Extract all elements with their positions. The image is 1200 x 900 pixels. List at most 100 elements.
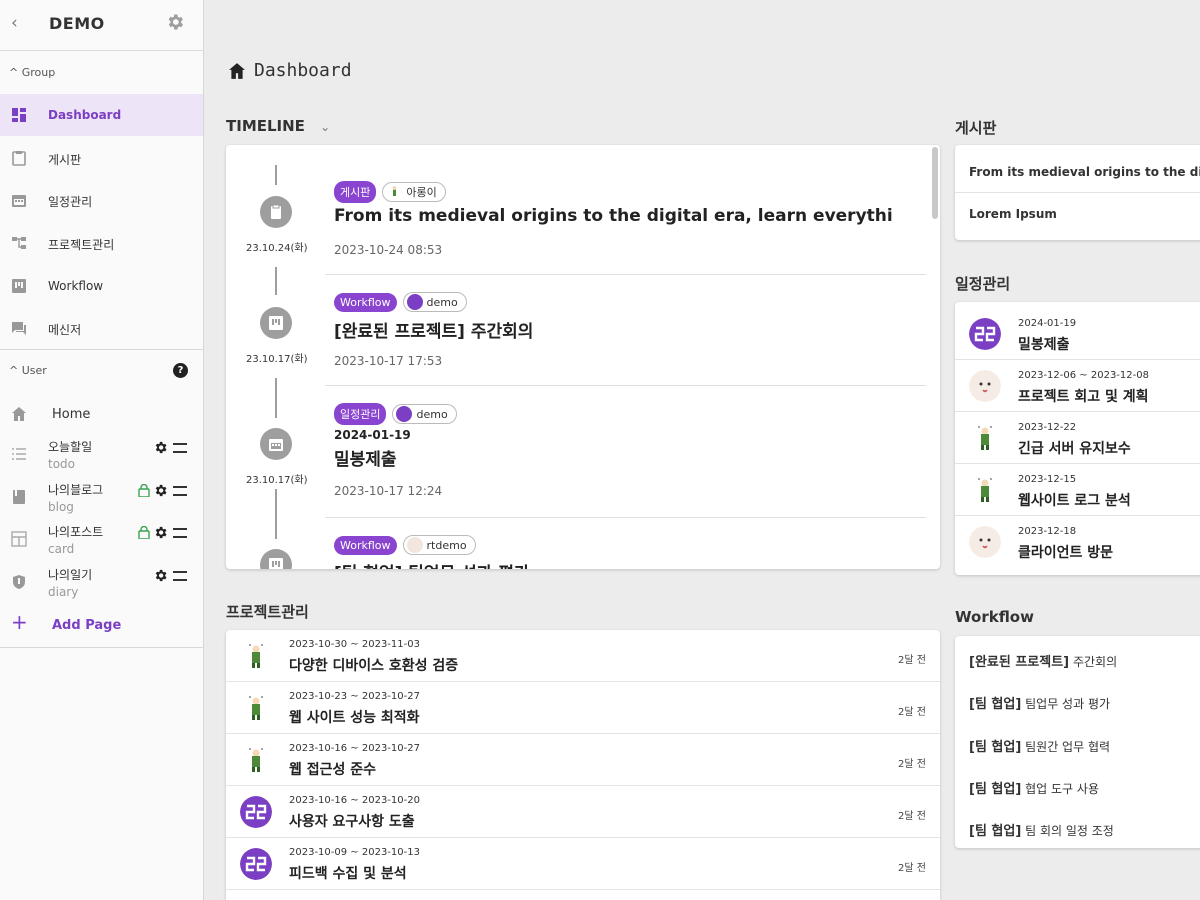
avatar bbox=[969, 422, 1001, 454]
timeline-entry[interactable]: Workflow rtdemo [팀 협업] 팀업무 성과 평가 bbox=[226, 499, 926, 569]
page-item-card[interactable]: 나의포스트 card bbox=[0, 523, 203, 565]
avatar bbox=[406, 537, 423, 553]
user-chip[interactable]: demo bbox=[392, 404, 457, 424]
project-dates: 2023-10-23 ~ 2023-10-27 bbox=[289, 691, 420, 702]
schedule-name: 클라이언트 방문 bbox=[1018, 545, 1114, 561]
timeline-date: 23.10.17(화) bbox=[246, 475, 308, 486]
workflow-item[interactable]: [팀 협업] 협업 도구 사용 bbox=[969, 778, 1099, 797]
project-dates: 2023-10-16 ~ 2023-10-27 bbox=[289, 743, 420, 754]
page-type: todo bbox=[48, 457, 76, 471]
timeline-time: 2023-10-17 17:53 bbox=[334, 354, 443, 368]
back-chevron-icon[interactable]: ‹ bbox=[11, 13, 18, 33]
page-settings-icon[interactable] bbox=[153, 568, 168, 583]
sidebar-item-home[interactable]: Home bbox=[0, 393, 203, 435]
workflow-item[interactable]: [팀 협업] 팀원간 업무 협력 bbox=[969, 736, 1110, 755]
scrollbar[interactable] bbox=[932, 147, 938, 219]
workflow-prefix: [완료된 프로젝트] bbox=[969, 655, 1070, 670]
avatar bbox=[969, 526, 1001, 558]
drag-handle-icon[interactable] bbox=[173, 485, 187, 496]
drag-handle-icon[interactable] bbox=[173, 527, 187, 538]
timeline-header[interactable]: TIMELINE ⌄ bbox=[226, 117, 330, 135]
project-row[interactable]: 2023-10-23 ~ 2023-10-27 웹 사이트 성능 최적화 2달 전 bbox=[226, 682, 940, 734]
page-settings-icon[interactable] bbox=[153, 483, 168, 498]
page-item-todo[interactable]: 오늘할일 todo bbox=[0, 438, 203, 480]
board-post-title: From its medieval origins to the digita bbox=[969, 165, 1200, 179]
clipboard-icon bbox=[12, 151, 26, 166]
workspace-title: DEMO bbox=[49, 14, 105, 33]
user-chip[interactable]: rtdemo bbox=[402, 535, 476, 555]
avatar bbox=[240, 848, 272, 880]
workflow-prefix: [팀 협업] bbox=[969, 824, 1022, 839]
workflow-prefix: [팀 협업] bbox=[969, 740, 1022, 755]
group-section-toggle[interactable]: ^ Group bbox=[9, 66, 55, 79]
gear-icon[interactable] bbox=[165, 12, 185, 32]
sidebar: ‹ DEMO ^ Group Dashboard 게시판 일정관리 프로젝트관리… bbox=[0, 0, 204, 900]
timeline-date: 23.10.24(화) bbox=[246, 243, 308, 254]
sidebar-item-dashboard[interactable]: Dashboard bbox=[0, 94, 203, 136]
sidebar-item-workflow[interactable]: Workflow bbox=[0, 265, 203, 307]
user-name: demo bbox=[416, 407, 448, 421]
lock-icon bbox=[138, 526, 150, 539]
schedule-name: 밀봉제출 bbox=[1018, 337, 1070, 353]
schedule-row[interactable]: 2023-12-18 클라이언트 방문 bbox=[955, 516, 1200, 568]
board-post-title: Lorem Ipsum bbox=[969, 207, 1057, 221]
project-dates: 2023-10-30 ~ 2023-11-03 bbox=[289, 639, 420, 650]
book-icon bbox=[13, 490, 25, 504]
schedule-row[interactable]: 2024-01-19 밀봉제출 bbox=[955, 308, 1200, 360]
timeline-entry[interactable]: 23.10.24(화) 게시판 아롱이 From its medieval or… bbox=[226, 145, 926, 257]
timeline-title: [팀 협업] 팀업무 성과 평가 bbox=[334, 559, 894, 569]
timeline-title: [완료된 프로젝트] 주간회의 bbox=[334, 322, 534, 342]
sidebar-item-messenger[interactable]: 메신저 bbox=[0, 307, 203, 349]
avatar bbox=[240, 744, 272, 776]
timeline-title: 밀봉제출 bbox=[334, 450, 397, 470]
schedule-name: 프로젝트 회고 및 계획 bbox=[1018, 389, 1149, 405]
timeline-time: 2023-10-17 12:24 bbox=[334, 484, 443, 498]
home-icon bbox=[229, 62, 245, 79]
sidebar-item-board[interactable]: 게시판 bbox=[0, 137, 203, 179]
schedule-row[interactable]: 2023-12-15 웹사이트 로그 분석 bbox=[955, 464, 1200, 516]
sidebar-item-label: 일정관리 bbox=[48, 195, 93, 209]
page-title: Dashboard bbox=[228, 60, 352, 81]
page-settings-icon[interactable] bbox=[153, 440, 168, 455]
workflow-item[interactable]: [팀 협업] 팀업무 성과 평가 bbox=[969, 693, 1110, 712]
project-ago: 2달 전 bbox=[898, 655, 926, 666]
schedule-row[interactable]: 2023-12-06 ~ 2023-12-08 프로젝트 회고 및 계획 bbox=[955, 360, 1200, 412]
page-settings-icon[interactable] bbox=[153, 525, 168, 540]
schedule-row[interactable]: 2023-12-22 긴급 서버 유지보수 bbox=[955, 412, 1200, 464]
project-row[interactable]: 2023-10-16 ~ 2023-10-27 웹 접근성 준수 2달 전 bbox=[226, 734, 940, 786]
project-row[interactable]: 2023-10-09 ~ 2023-10-13 피드백 수집 및 분석 2달 전 bbox=[226, 838, 940, 890]
home-icon bbox=[12, 407, 26, 421]
category-tag: 일정관리 bbox=[334, 403, 387, 425]
user-chip[interactable]: demo bbox=[402, 292, 467, 312]
drag-handle-icon[interactable] bbox=[173, 570, 187, 581]
sidebar-item-label: 메신저 bbox=[48, 323, 82, 337]
sidebar-item-schedule[interactable]: 일정관리 bbox=[0, 179, 203, 221]
workflow-item[interactable]: [팀 협업] 팀 회의 일정 조정 bbox=[969, 820, 1114, 839]
page-title: 나의포스트 bbox=[48, 525, 104, 539]
schedule-date: 2023-12-15 bbox=[1018, 474, 1077, 485]
board-row[interactable]: From its medieval origins to the digita bbox=[955, 151, 1200, 193]
page-item-diary[interactable]: 나의일기 diary bbox=[0, 566, 203, 608]
project-row[interactable]: 2023-10-30 ~ 2023-11-03 다양한 디바이스 호환성 검증 2달… bbox=[226, 630, 940, 682]
workflow-item[interactable]: [완료된 프로젝트] 주간회의 bbox=[969, 651, 1117, 670]
timeline-date: 23.10.17(화) bbox=[246, 354, 308, 365]
drag-handle-icon[interactable] bbox=[173, 442, 187, 453]
page-title: 나의블로그 bbox=[48, 483, 104, 497]
user-section-toggle[interactable]: ^ User bbox=[9, 364, 47, 377]
board-row[interactable]: Lorem Ipsum bbox=[955, 193, 1200, 235]
page-item-blog[interactable]: 나의블로그 blog bbox=[0, 481, 203, 523]
avatar bbox=[240, 796, 272, 828]
avatar bbox=[969, 474, 1001, 506]
chevron-down-icon[interactable]: ⌄ bbox=[320, 120, 330, 134]
timeline-entry[interactable]: 23.10.17(화) 일정관리 demo 2024-01-19 밀봉제출 20… bbox=[226, 367, 926, 498]
schedule-date: 2023-12-22 bbox=[1018, 422, 1077, 433]
board-card: From its medieval origins to the digita … bbox=[955, 145, 1200, 240]
kanban-icon bbox=[260, 307, 292, 339]
page-title-text: Dashboard bbox=[254, 60, 352, 81]
project-row[interactable]: 2023-10-16 ~ 2023-10-20 사용자 요구사항 도출 2달 전 bbox=[226, 786, 940, 838]
sidebar-item-projects[interactable]: 프로젝트관리 bbox=[0, 222, 203, 264]
page-title: 오늘할일 bbox=[48, 440, 93, 454]
timeline-entry[interactable]: 23.10.17(화) Workflow demo [완료된 프로젝트] 주간회… bbox=[226, 256, 926, 368]
help-icon[interactable]: ? bbox=[173, 363, 188, 378]
user-chip[interactable]: 아롱이 bbox=[382, 182, 446, 202]
